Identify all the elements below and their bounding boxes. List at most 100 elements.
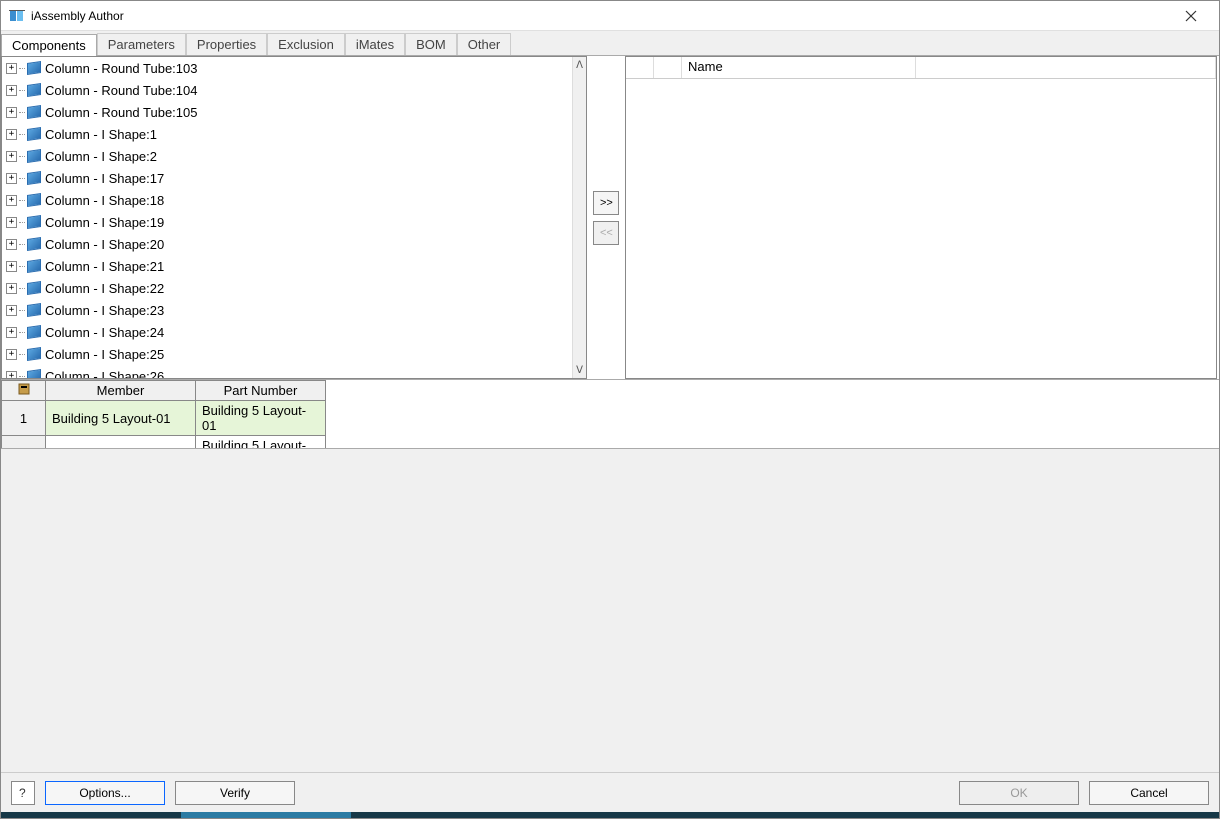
- tree-label: Column - I Shape:26: [45, 369, 164, 379]
- tree-label: Column - I Shape:24: [45, 325, 164, 340]
- expand-icon[interactable]: +: [6, 305, 17, 316]
- expand-icon[interactable]: +: [6, 283, 17, 294]
- cell-member[interactable]: Building 5 Layout-02: [46, 436, 196, 450]
- tree-label: Column - Round Tube:105: [45, 105, 197, 120]
- tree-label: Column - I Shape:18: [45, 193, 164, 208]
- part-icon: [27, 325, 41, 339]
- tab-parameters[interactable]: Parameters: [97, 33, 186, 55]
- expand-icon[interactable]: +: [6, 129, 17, 140]
- tree-label: Column - Round Tube:103: [45, 61, 197, 76]
- tree-row[interactable]: +Column - I Shape:19: [2, 211, 572, 233]
- tab-strip: ComponentsParametersPropertiesExclusioni…: [1, 31, 1219, 56]
- expand-icon[interactable]: +: [6, 63, 17, 74]
- name-column-header[interactable]: Name: [682, 57, 916, 78]
- tree-label: Column - I Shape:20: [45, 237, 164, 252]
- part-icon: [27, 171, 41, 185]
- tab-other[interactable]: Other: [457, 33, 512, 55]
- component-tree[interactable]: + Column - Round Tube:103 + Column - Round …: [2, 57, 572, 378]
- tree-label: Column - I Shape:21: [45, 259, 164, 274]
- part-icon: [27, 127, 41, 141]
- tree-label: Column - Round Tube:104: [45, 83, 197, 98]
- tree-row[interactable]: + Column - I Shape:25: [2, 343, 572, 365]
- remove-button[interactable]: <<: [593, 221, 619, 245]
- component-tree-pane: + Column - Round Tube:103 + Column - Round …: [1, 56, 587, 379]
- help-button[interactable]: ?: [11, 781, 35, 805]
- members-grid[interactable]: Member Part Number 1Building 5 Layout-01…: [1, 380, 326, 449]
- expand-icon[interactable]: +: [6, 173, 17, 184]
- add-button[interactable]: >>: [593, 191, 619, 215]
- tree-row[interactable]: + Column - Round Tube:105: [2, 101, 572, 123]
- grid-row[interactable]: 2Building 5 Layout-02Building 5 Layout-0…: [2, 436, 326, 450]
- title-bar: iAssembly Author: [1, 1, 1219, 31]
- options-button[interactable]: Options...: [45, 781, 165, 805]
- cancel-button[interactable]: Cancel: [1089, 781, 1209, 805]
- part-icon: [27, 237, 41, 251]
- expand-icon[interactable]: +: [6, 327, 17, 338]
- expand-icon[interactable]: +: [6, 349, 17, 360]
- row-number[interactable]: 1: [2, 401, 46, 436]
- expand-icon[interactable]: +: [6, 217, 17, 228]
- members-grid-wrap: Member Part Number 1Building 5 Layout-01…: [1, 379, 1219, 449]
- tree-row[interactable]: + Column - I Shape:24: [2, 321, 572, 343]
- expand-icon[interactable]: +: [6, 261, 17, 272]
- tree-row[interactable]: + Column - I Shape:1: [2, 123, 572, 145]
- part-icon: [27, 83, 41, 97]
- tree-row[interactable]: + Column - I Shape:26: [2, 365, 572, 378]
- transfer-buttons: >> <<: [587, 56, 625, 379]
- part-icon: [27, 149, 41, 163]
- part-icon: [27, 281, 41, 295]
- tree-label: Column - I Shape:23: [45, 303, 164, 318]
- tree-row[interactable]: + Column - I Shape:23: [2, 299, 572, 321]
- close-button[interactable]: [1171, 2, 1211, 30]
- name-pane: Name: [625, 56, 1217, 379]
- taskbar-strip: [1, 812, 1219, 818]
- col-member[interactable]: Member: [46, 381, 196, 401]
- tree-label: Column - I Shape:17: [45, 171, 164, 186]
- tree-row[interactable]: + Column - Round Tube:103: [2, 57, 572, 79]
- part-icon: [27, 369, 41, 378]
- tree-row[interactable]: + Column - I Shape:22: [2, 277, 572, 299]
- expand-icon[interactable]: +: [6, 151, 17, 162]
- part-icon: [27, 259, 41, 273]
- tree-row[interactable]: + Column - I Shape:17: [2, 167, 572, 189]
- expand-icon[interactable]: +: [6, 195, 17, 206]
- tab-components[interactable]: Components: [1, 34, 97, 56]
- row-header-corner[interactable]: [2, 381, 46, 401]
- tree-label: Column - I Shape:22: [45, 281, 164, 296]
- expand-icon[interactable]: +: [6, 371, 17, 379]
- cell-part-number[interactable]: Building 5 Layout-02: [196, 436, 326, 450]
- expand-icon[interactable]: +: [6, 239, 17, 250]
- tree-row[interactable]: + Column - I Shape:18: [2, 189, 572, 211]
- tree-row[interactable]: + Column - Round Tube:104: [2, 79, 572, 101]
- verify-button[interactable]: Verify: [175, 781, 295, 805]
- tree-label: Column - I Shape:1: [45, 127, 157, 142]
- part-icon: [27, 303, 41, 317]
- cell-member[interactable]: Building 5 Layout-01: [46, 401, 196, 436]
- tree-row[interactable]: + Column - I Shape:21: [2, 255, 572, 277]
- part-icon: [27, 105, 41, 119]
- tab-exclusion[interactable]: Exclusion: [267, 33, 345, 55]
- row-number[interactable]: 2: [2, 436, 46, 450]
- col-part-number[interactable]: Part Number: [196, 381, 326, 401]
- part-icon: [27, 347, 41, 361]
- tree-row[interactable]: + Column - I Shape:20: [2, 233, 572, 255]
- tree-row[interactable]: + Column - I Shape:2: [2, 145, 572, 167]
- scroll-down-arrow[interactable]: ᐯ: [573, 362, 586, 378]
- tab-properties[interactable]: Properties: [186, 33, 267, 55]
- tree-label: Column - I Shape:25: [45, 347, 164, 362]
- scroll-up-arrow[interactable]: ᐱ: [573, 57, 586, 73]
- expand-icon[interactable]: +: [6, 85, 17, 96]
- tree-label: Column - I Shape:2: [45, 149, 157, 164]
- expand-icon[interactable]: +: [6, 107, 17, 118]
- tab-bom[interactable]: BOM: [405, 33, 457, 55]
- part-icon: [27, 193, 41, 207]
- cell-part-number[interactable]: Building 5 Layout-01: [196, 401, 326, 436]
- app-icon: [9, 8, 25, 24]
- grid-row[interactable]: 1Building 5 Layout-01Building 5 Layout-0…: [2, 401, 326, 436]
- ok-button[interactable]: OK: [959, 781, 1079, 805]
- window-title: iAssembly Author: [31, 9, 124, 23]
- tree-scrollbar[interactable]: ᐱ ᐯ: [572, 57, 586, 378]
- tab-imates[interactable]: iMates: [345, 33, 405, 55]
- dialog-footer: ? Options... Verify OK Cancel: [1, 772, 1219, 812]
- name-header: Name: [626, 57, 1216, 79]
